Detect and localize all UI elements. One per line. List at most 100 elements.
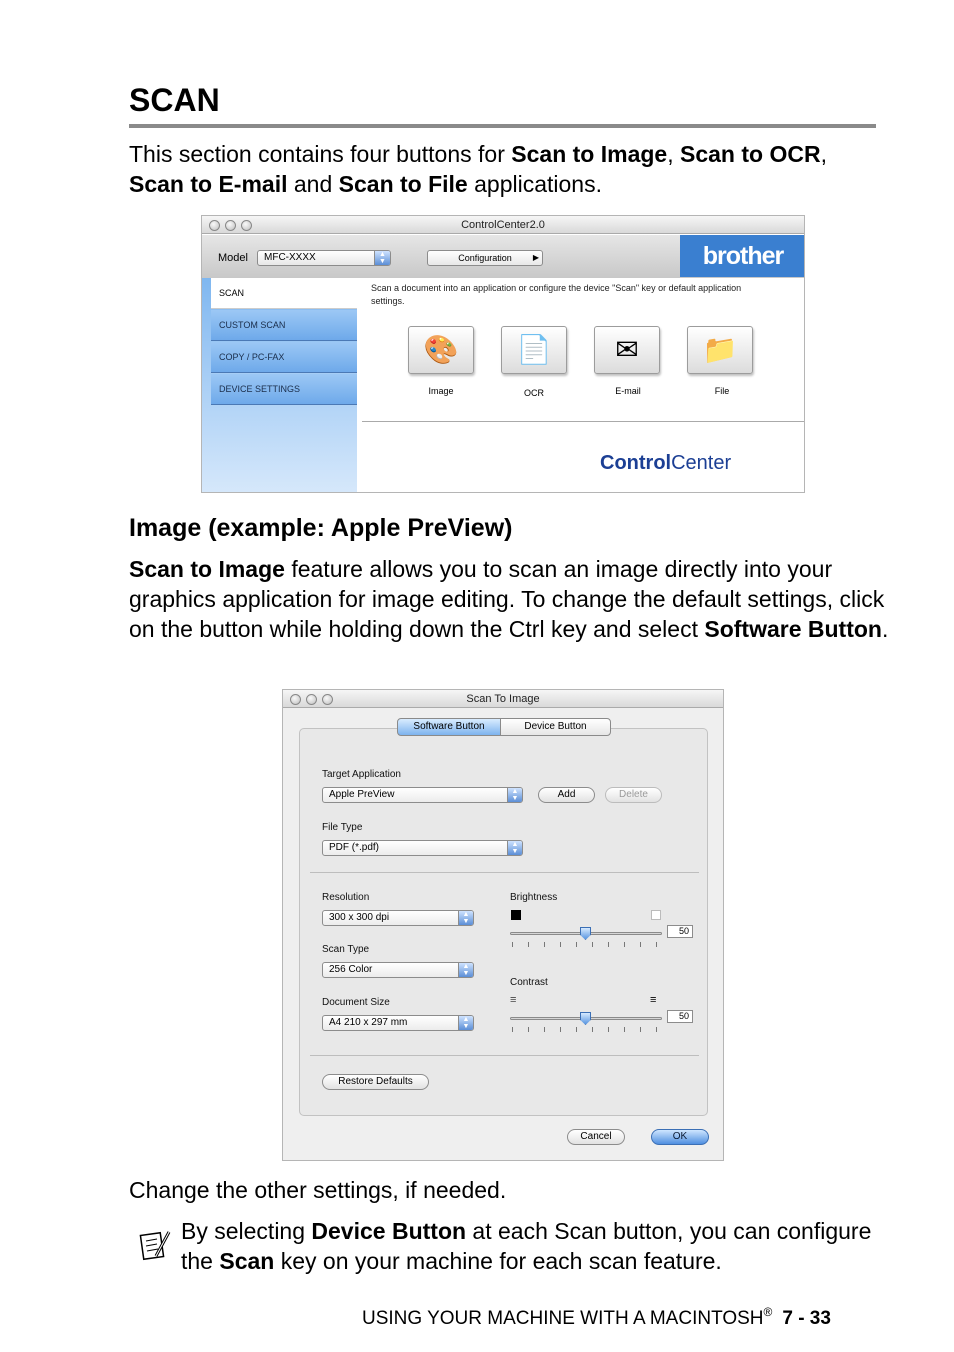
tab-device-button[interactable]: Device Button: [500, 718, 611, 736]
tab-software-button[interactable]: Software Button: [397, 718, 501, 736]
ocr-label: OCR: [524, 388, 544, 398]
intro-text-6: and: [287, 171, 339, 197]
brightness-label: Brightness: [510, 892, 558, 903]
note-device-button: Device Button: [311, 1218, 467, 1244]
file-button[interactable]: 📁: [687, 326, 753, 374]
tab-bar: Software Button Device Button: [397, 718, 611, 736]
scan-type-label: Scan Type: [322, 944, 370, 955]
titlebar: Scan To Image: [283, 690, 723, 708]
controlcenter-logo: ControlCenter: [600, 452, 731, 475]
window-title: Scan To Image: [466, 693, 540, 705]
intro-paragraph: This section contains four buttons for S…: [129, 139, 889, 199]
image-button[interactable]: 🎨: [408, 326, 474, 374]
logo-light: Center: [671, 452, 732, 474]
model-select[interactable]: MFC-XXXX ▲ ▼: [257, 250, 391, 266]
brightness-thumb[interactable]: [580, 927, 591, 940]
low-contrast-icon: ≡: [510, 994, 517, 1006]
scan-description: Scan a document into an application or c…: [371, 283, 742, 306]
model-label: Model: [218, 252, 248, 264]
note-text-4: key on your machine for each scan featur…: [274, 1248, 722, 1274]
brightness-value-field[interactable]: 50: [667, 925, 693, 938]
triangle-right-icon: ▶: [532, 253, 539, 262]
scan-to-image-window: Scan To Image Target Application Apple P…: [282, 689, 724, 1161]
settings-panel: Target Application Apple PreView ▲ ▼ Add …: [299, 728, 708, 1116]
contrast-thumb[interactable]: [580, 1012, 591, 1025]
footer-registered-mark: ®: [763, 1305, 773, 1319]
file-type-label: File Type: [322, 822, 363, 833]
restore-defaults-button[interactable]: Restore Defaults: [322, 1074, 429, 1090]
target-application-value: Apple PreView: [329, 789, 395, 800]
model-value: MFC-XXXX: [264, 252, 316, 263]
contrast-ticks: [512, 1027, 657, 1032]
select-arrows-icon: ▲ ▼: [507, 788, 522, 802]
image-label: Image: [428, 386, 454, 396]
resolution-label: Resolution: [322, 892, 370, 903]
add-button[interactable]: Add: [538, 787, 595, 803]
intro-scan-to-email: Scan to E-mail: [129, 171, 288, 197]
divider: [362, 421, 804, 422]
contrast-value-field[interactable]: 50: [667, 1010, 693, 1023]
intro-scan-to-ocr: Scan to OCR: [679, 141, 821, 167]
file-type-value: PDF (*.pdf): [329, 842, 380, 853]
intro-text-4: ,: [820, 141, 827, 167]
title-rule: [129, 124, 876, 128]
note-text: By selecting Device Button at each Scan …: [181, 1216, 901, 1276]
intro-scan-to-file: Scan to File: [338, 171, 468, 197]
scan-type-value: 256 Color: [329, 964, 373, 975]
target-application-select[interactable]: Apple PreView ▲ ▼: [322, 787, 523, 803]
controlcenter-window: ControlCenter2.0 Model MFC-XXXX ▲ ▼ Confi…: [201, 215, 805, 493]
separator: [310, 872, 699, 873]
document-size-value: A4 210 x 297 mm: [329, 1017, 408, 1028]
ocr-button[interactable]: 📄: [501, 326, 567, 374]
select-arrows-icon: ▲ ▼: [507, 841, 522, 855]
desc-period: .: [881, 616, 889, 642]
intro-text-0: This section contains four buttons for: [129, 141, 512, 167]
toolbar: Model MFC-XXXX ▲ ▼ Configuration ▶ brothe…: [202, 235, 804, 278]
sidebar-item-scan[interactable]: SCAN: [211, 278, 357, 309]
intro-text-2: ,: [667, 141, 680, 167]
cancel-button[interactable]: Cancel: [567, 1129, 625, 1145]
folder-icon: 📁: [702, 334, 738, 365]
email-icon: ✉: [615, 334, 639, 365]
light-swatch-icon: [651, 910, 661, 920]
contrast-label: Contrast: [510, 977, 548, 988]
change-settings-text: Change the other settings, if needed.: [129, 1177, 507, 1203]
document-size-label: Document Size: [322, 997, 390, 1008]
delete-button[interactable]: Delete: [605, 787, 662, 803]
note-scan: Scan: [219, 1248, 275, 1274]
note-text-0: By selecting: [181, 1218, 312, 1244]
target-application-label: Target Application: [322, 769, 401, 780]
select-arrows-icon: ▲ ▼: [458, 963, 473, 977]
document-size-select[interactable]: A4 210 x 297 mm ▲ ▼: [322, 1015, 474, 1031]
description-paragraph: Scan to Image feature allows you to scan…: [129, 554, 899, 644]
footer-chapter: USING YOUR MACHINE WITH A MACINTOSH: [362, 1308, 764, 1329]
desc-scan-to-image: Scan to Image: [129, 556, 285, 582]
ok-button[interactable]: OK: [651, 1129, 709, 1145]
sidebar-item-device-settings[interactable]: DEVICE SETTINGS: [211, 374, 357, 405]
page-number: 7 - 33: [782, 1308, 831, 1329]
subheading: Image (example: Apple PreView): [129, 514, 513, 542]
resolution-select[interactable]: 300 x 300 dpi ▲ ▼: [322, 910, 474, 926]
file-type-select[interactable]: PDF (*.pdf) ▲ ▼: [322, 840, 523, 856]
sidebar-item-copy-pcfax[interactable]: COPY / PC-FAX: [211, 342, 357, 373]
sidebar-item-custom-scan[interactable]: CUSTOM SCAN: [211, 310, 357, 341]
brightness-ticks: [512, 942, 657, 947]
scan-type-select[interactable]: 256 Color ▲ ▼: [322, 962, 474, 978]
configuration-label: Configuration: [458, 253, 512, 263]
intro-scan-to-image: Scan to Image: [511, 141, 668, 167]
resolution-value: 300 x 300 dpi: [329, 912, 390, 923]
select-arrows-icon: ▲ ▼: [458, 1016, 473, 1030]
email-button[interactable]: ✉: [594, 326, 660, 374]
configuration-button[interactable]: Configuration ▶: [427, 250, 543, 266]
separator: [310, 1055, 699, 1056]
ocr-icon: 📄: [516, 334, 552, 365]
brother-logo: brother: [680, 235, 804, 277]
select-arrows-icon: ▲ ▼: [458, 911, 473, 925]
email-label: E-mail: [615, 386, 641, 396]
sidebar: SCAN CUSTOM SCAN COPY / PC-FAX DEVICE SE…: [202, 278, 357, 492]
note-icon: [139, 1231, 171, 1261]
titlebar: ControlCenter2.0: [202, 216, 804, 234]
high-contrast-icon: ≡: [650, 994, 657, 1006]
file-label: File: [714, 386, 730, 396]
logo-bold: Control: [600, 452, 672, 474]
